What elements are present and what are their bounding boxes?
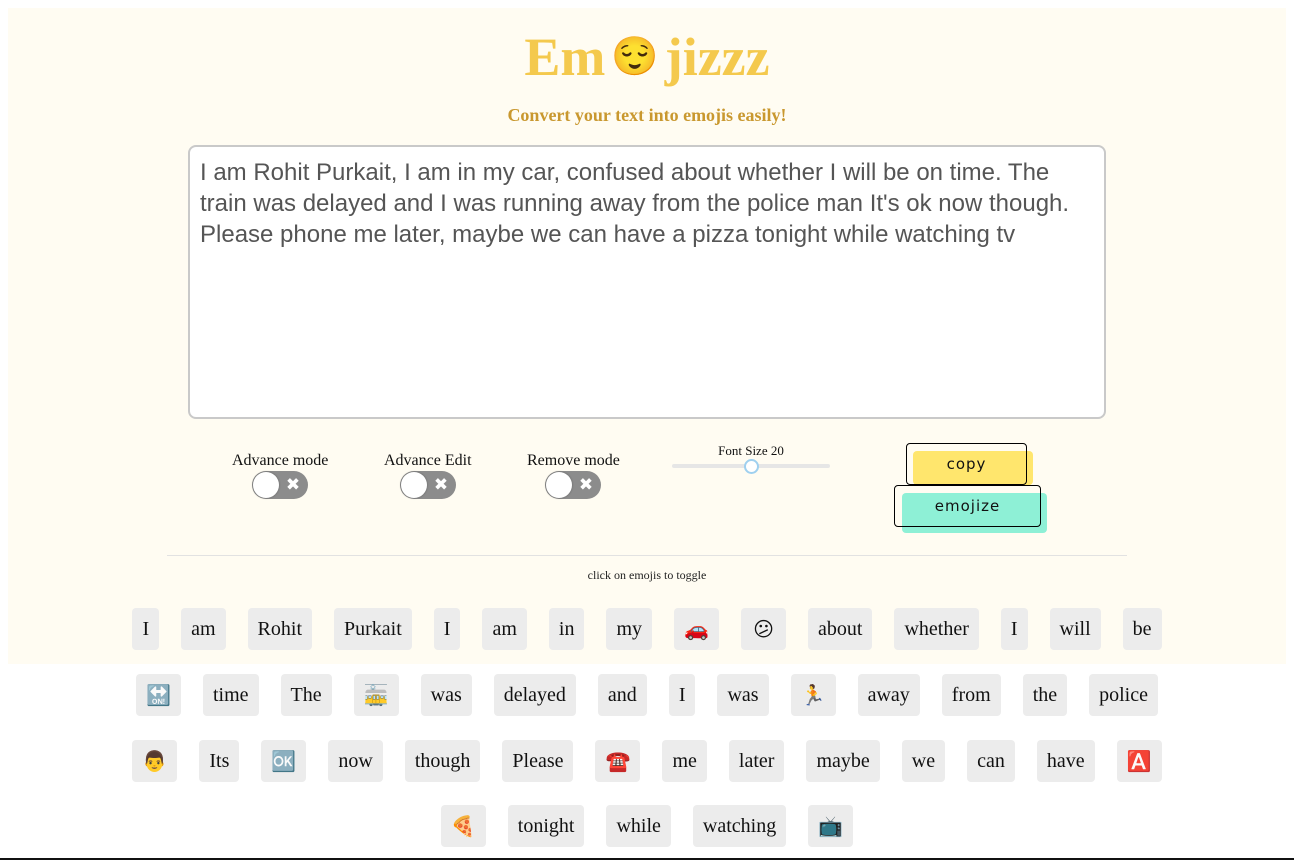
- word-chip[interactable]: was: [420, 674, 472, 716]
- emoji-chip[interactable]: ☎️: [595, 740, 641, 782]
- emoji-chip[interactable]: 🔛: [135, 674, 181, 716]
- toggle-knob: [253, 472, 279, 498]
- emoji-chip[interactable]: 👨: [132, 740, 178, 782]
- word-chip[interactable]: about: [808, 608, 873, 650]
- output-row: Iam Rohit Purkait Iam in my 🚗 😕 about whether Iwil…: [0, 608, 1294, 650]
- emoji-chip[interactable]: 🅰️: [1116, 740, 1162, 782]
- text-input[interactable]: I am Rohit Purkait, I am in my car, conf…: [188, 145, 1106, 419]
- emoji-chip[interactable]: 📺: [808, 805, 854, 847]
- remove-mode-toggle[interactable]: ✖: [545, 471, 601, 499]
- title-left: Em: [524, 27, 606, 87]
- word-chip[interactable]: we: [901, 740, 946, 782]
- word-chip[interactable]: Please: [502, 740, 574, 782]
- word-chip[interactable]: was: [717, 674, 769, 716]
- close-icon: ✖: [433, 475, 449, 495]
- word-chip[interactable]: me: [662, 740, 707, 782]
- emoji-chip[interactable]: 🆗: [261, 740, 307, 782]
- toggle-hint: click on emojis to toggle: [587, 568, 707, 582]
- word-chip[interactable]: tonight: [507, 805, 585, 847]
- word-chip[interactable]: the: [1022, 674, 1068, 716]
- word-chip[interactable]: away: [857, 674, 920, 716]
- word-chip[interactable]: and: [597, 674, 647, 716]
- close-icon: ✖: [285, 475, 301, 495]
- word-chip[interactable]: I: [668, 674, 696, 716]
- toggle-knob: [401, 472, 427, 498]
- word-chip[interactable]: can: [967, 740, 1015, 782]
- emoji-chip[interactable]: 🚗: [674, 608, 720, 650]
- word-chip[interactable]: now: [328, 740, 383, 782]
- word-chip[interactable]: be: [1122, 608, 1162, 650]
- word-chip[interactable]: Its: [199, 740, 240, 782]
- word-chip[interactable]: from: [941, 674, 1001, 716]
- title-right: jizzz: [664, 27, 770, 87]
- app-title: Em 😌 jizzz: [0, 24, 1294, 90]
- advance-mode-toggle[interactable]: ✖: [252, 471, 308, 499]
- advance-mode-label: Advance mode: [232, 452, 329, 469]
- emojize-button[interactable]: emojize: [894, 485, 1041, 527]
- advance-edit-toggle[interactable]: ✖: [400, 471, 456, 499]
- toggle-knob: [546, 472, 572, 498]
- word-chip[interactable]: watching: [692, 805, 787, 847]
- word-chip[interactable]: Purkait: [334, 608, 412, 650]
- word-chip[interactable]: am: [181, 608, 226, 650]
- word-chip[interactable]: will: [1049, 608, 1101, 650]
- font-size-slider-thumb[interactable]: [744, 459, 759, 474]
- word-chip[interactable]: Rohit: [247, 608, 312, 650]
- output-row: 👨 Its 🆗 now though Please ☎️ me later maybe we can h…: [0, 740, 1294, 782]
- output-row: 🍕 tonight while watching 📺: [0, 805, 1294, 847]
- word-chip[interactable]: maybe: [806, 740, 880, 782]
- emoji-chip[interactable]: 🏃: [790, 674, 836, 716]
- word-chip[interactable]: though: [404, 740, 481, 782]
- emoji-chip[interactable]: 🍕: [440, 805, 486, 847]
- word-chip[interactable]: I: [132, 608, 160, 650]
- word-chip[interactable]: delayed: [493, 674, 576, 716]
- word-chip[interactable]: am: [482, 608, 527, 650]
- title-emoji-icon: 😌: [611, 36, 659, 78]
- subtitle: Convert your text into emojis easily!: [507, 105, 787, 125]
- word-chip[interactable]: my: [606, 608, 653, 650]
- word-chip[interactable]: in: [548, 608, 585, 650]
- word-chip[interactable]: The: [280, 674, 332, 716]
- word-chip[interactable]: police: [1089, 674, 1158, 716]
- emoji-chip[interactable]: 🚋: [353, 674, 399, 716]
- divider: [167, 555, 1127, 556]
- word-chip[interactable]: whether: [894, 608, 979, 650]
- emoji-chip[interactable]: 😕: [741, 608, 787, 650]
- word-chip[interactable]: I: [433, 608, 461, 650]
- word-chip[interactable]: I: [1000, 608, 1028, 650]
- remove-mode-label: Remove mode: [527, 452, 620, 469]
- word-chip[interactable]: time: [202, 674, 259, 716]
- close-icon: ✖: [578, 475, 594, 495]
- advance-edit-label: Advance Edit: [384, 452, 472, 469]
- word-chip[interactable]: later: [728, 740, 785, 782]
- word-chip[interactable]: have: [1036, 740, 1095, 782]
- output-row: 🔛 time The 🚋 was delayed and Iwas 🏃 away from the po…: [0, 674, 1294, 716]
- word-chip[interactable]: while: [606, 805, 671, 847]
- copy-button[interactable]: copy: [906, 443, 1027, 485]
- font-size-label: Font Size 20: [718, 443, 784, 458]
